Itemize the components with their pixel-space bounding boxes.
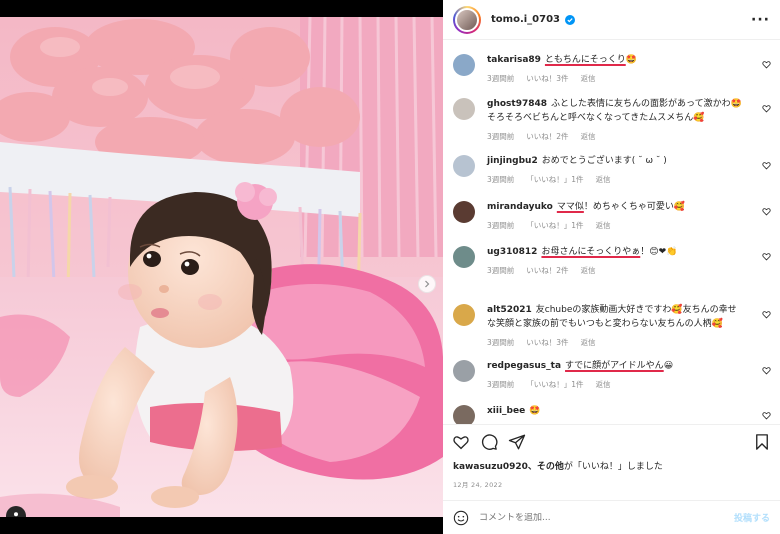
commenter-avatar[interactable] (453, 405, 475, 424)
comment-item: mirandayuko ママ似！めちゃくちゃ可愛い🥰 3週間前 「いいね！」1件 返信 (443, 200, 780, 233)
share-icon[interactable] (508, 433, 526, 451)
post-date[interactable]: 12月 24, 2022 (443, 472, 780, 489)
commenter-username[interactable]: jinjingbu2 (487, 156, 538, 166)
user-tag-icon (14, 512, 18, 517)
comments-list[interactable]: takarisa89 ともちんにそっくり🤩 3週間前 いいね！3件 返信 ghost9… (443, 41, 780, 424)
chevron-right-icon (425, 280, 430, 288)
comment-text-rest: ！めちゃくちゃ可愛い🥰 (583, 202, 686, 212)
reply-button[interactable]: 返信 (596, 175, 611, 184)
author-username[interactable]: tomo.i_0703 (491, 14, 560, 25)
likes-summary: kawasuzu0920、その他が「いいね！」しました (443, 459, 780, 472)
comment-like-heart-icon[interactable] (762, 207, 771, 216)
reply-button[interactable]: 返信 (596, 380, 611, 389)
comment-item: ghost97848 ふとした表情に友ちんの面影があって激かわ🤩そろそろベビちんと… (443, 97, 780, 144)
others-link[interactable]: 、その他 (528, 462, 564, 472)
commenter-username[interactable]: alt52021 (487, 305, 532, 315)
post-actions: kawasuzu0920、その他が「いいね！」しました 12月 24, 2022… (443, 424, 780, 534)
commenter-username[interactable]: mirandayuko (487, 202, 553, 212)
emoji-icon[interactable] (453, 510, 469, 526)
comment-time[interactable]: 3週間前 (487, 266, 514, 275)
comment-like-heart-icon[interactable] (762, 161, 771, 170)
commenter-username[interactable]: redpegasus_ta (487, 361, 561, 371)
next-image-button[interactable] (418, 275, 436, 293)
author-avatar[interactable] (453, 5, 481, 34)
comment-like-heart-icon[interactable] (762, 104, 771, 113)
commenter-avatar[interactable] (453, 304, 475, 326)
comment-item: alt52021 友chubeの家族動画大好きですわ🥰友ちんの幸せな笑顔と家族の前… (443, 303, 780, 350)
comment-time[interactable]: 3週間前 (487, 132, 514, 141)
commenter-username[interactable]: xiii_bee (487, 406, 525, 416)
verified-badge-icon (565, 14, 575, 25)
reply-button[interactable]: 返信 (581, 338, 596, 347)
reply-button[interactable]: 返信 (581, 266, 596, 275)
reply-button[interactable]: 返信 (581, 74, 596, 83)
comment-like-heart-icon[interactable] (762, 60, 771, 69)
comment-emoji: 😀 (663, 361, 674, 371)
post-image[interactable] (0, 17, 443, 517)
comment-like-heart-icon[interactable] (762, 411, 771, 420)
comment-item: takarisa89 ともちんにそっくり🤩 3週間前 いいね！3件 返信 (443, 53, 780, 86)
bookmark-icon[interactable] (753, 433, 771, 451)
post-comment-button[interactable]: 投稿する (734, 511, 770, 524)
post-header: tomo.i_0703 ··· (443, 0, 780, 40)
reply-button[interactable]: 返信 (581, 132, 596, 141)
commenter-avatar[interactable] (453, 246, 475, 268)
comment-text: ともちんにそっくり (544, 55, 626, 65)
comment-likes[interactable]: 「いいね！」1件 (526, 221, 583, 230)
comment-emoji: 🤩 (625, 55, 637, 65)
reply-button[interactable]: 返信 (596, 221, 611, 230)
commenter-username[interactable]: takarisa89 (487, 55, 541, 65)
add-comment-bar: 投稿する (443, 500, 780, 534)
commenter-username[interactable]: ghost97848 (487, 99, 547, 109)
comment-text: おめでとうございます( ˘ ω ˘ ) (541, 156, 667, 166)
comment-item: redpegasus_ta すでに顔がアイドルやん😀 3週間前 「いいね！」1件 返信 (443, 359, 780, 392)
action-bar (443, 425, 780, 459)
comment-likes[interactable]: いいね！3件 (526, 74, 568, 83)
commenter-avatar[interactable] (453, 98, 475, 120)
comment-text: 🤩 (529, 406, 541, 416)
comment-time[interactable]: 3週間前 (487, 221, 514, 230)
comment-item: xiii_bee 🤩 (443, 404, 780, 424)
heart-icon[interactable] (452, 433, 470, 451)
comment-time[interactable]: 3週間前 (487, 380, 514, 389)
comment-like-heart-icon[interactable] (762, 310, 771, 319)
comment-likes[interactable]: いいね！2件 (526, 266, 568, 275)
comment-icon[interactable] (480, 433, 498, 451)
comment-text-rest: ！😊❤👏 (640, 247, 678, 257)
commenter-avatar[interactable] (453, 155, 475, 177)
liker-username[interactable]: kawasuzu0920 (453, 462, 528, 472)
comment-time[interactable]: 3週間前 (487, 338, 514, 347)
instagram-post-modal: tomo.i_0703 ··· takarisa89 ともちんにそっくり🤩 3週間… (0, 0, 780, 534)
comment-item: jinjingbu2 おめでとうございます( ˘ ω ˘ ) 3週間前 「いいね！」… (443, 154, 780, 187)
comment-likes[interactable]: いいね！3件 (526, 338, 568, 347)
post-side-panel: tomo.i_0703 ··· takarisa89 ともちんにそっくり🤩 3週間… (443, 0, 780, 534)
commenter-avatar[interactable] (453, 201, 475, 223)
comment-highlight: お母さんにそっくりやぁ (541, 247, 641, 257)
likes-suffix: が「いいね！」しました (563, 462, 663, 472)
baby-photo-illustration (0, 17, 443, 517)
comment-likes[interactable]: 「いいね！」1件 (526, 175, 583, 184)
more-options-icon[interactable]: ··· (751, 12, 770, 28)
comment-time[interactable]: 3週間前 (487, 175, 514, 184)
comment-highlight: すでに顔がアイドルやん (565, 361, 664, 371)
comment-likes[interactable]: 「いいね！」1件 (526, 380, 583, 389)
commenter-username[interactable]: ug310812 (487, 247, 537, 257)
comment-like-heart-icon[interactable] (762, 252, 771, 261)
comment-likes[interactable]: いいね！2件 (526, 132, 568, 141)
comment-time[interactable]: 3週間前 (487, 74, 514, 83)
commenter-avatar[interactable] (453, 54, 475, 76)
comment-like-heart-icon[interactable] (762, 366, 771, 375)
commenter-avatar[interactable] (453, 360, 475, 382)
comment-input[interactable] (479, 512, 709, 523)
comment-highlight: ママ似 (556, 202, 584, 212)
comment-item: ug310812 お母さんにそっくりやぁ！😊❤👏 3週間前 いいね！2件 返信 (443, 245, 780, 278)
